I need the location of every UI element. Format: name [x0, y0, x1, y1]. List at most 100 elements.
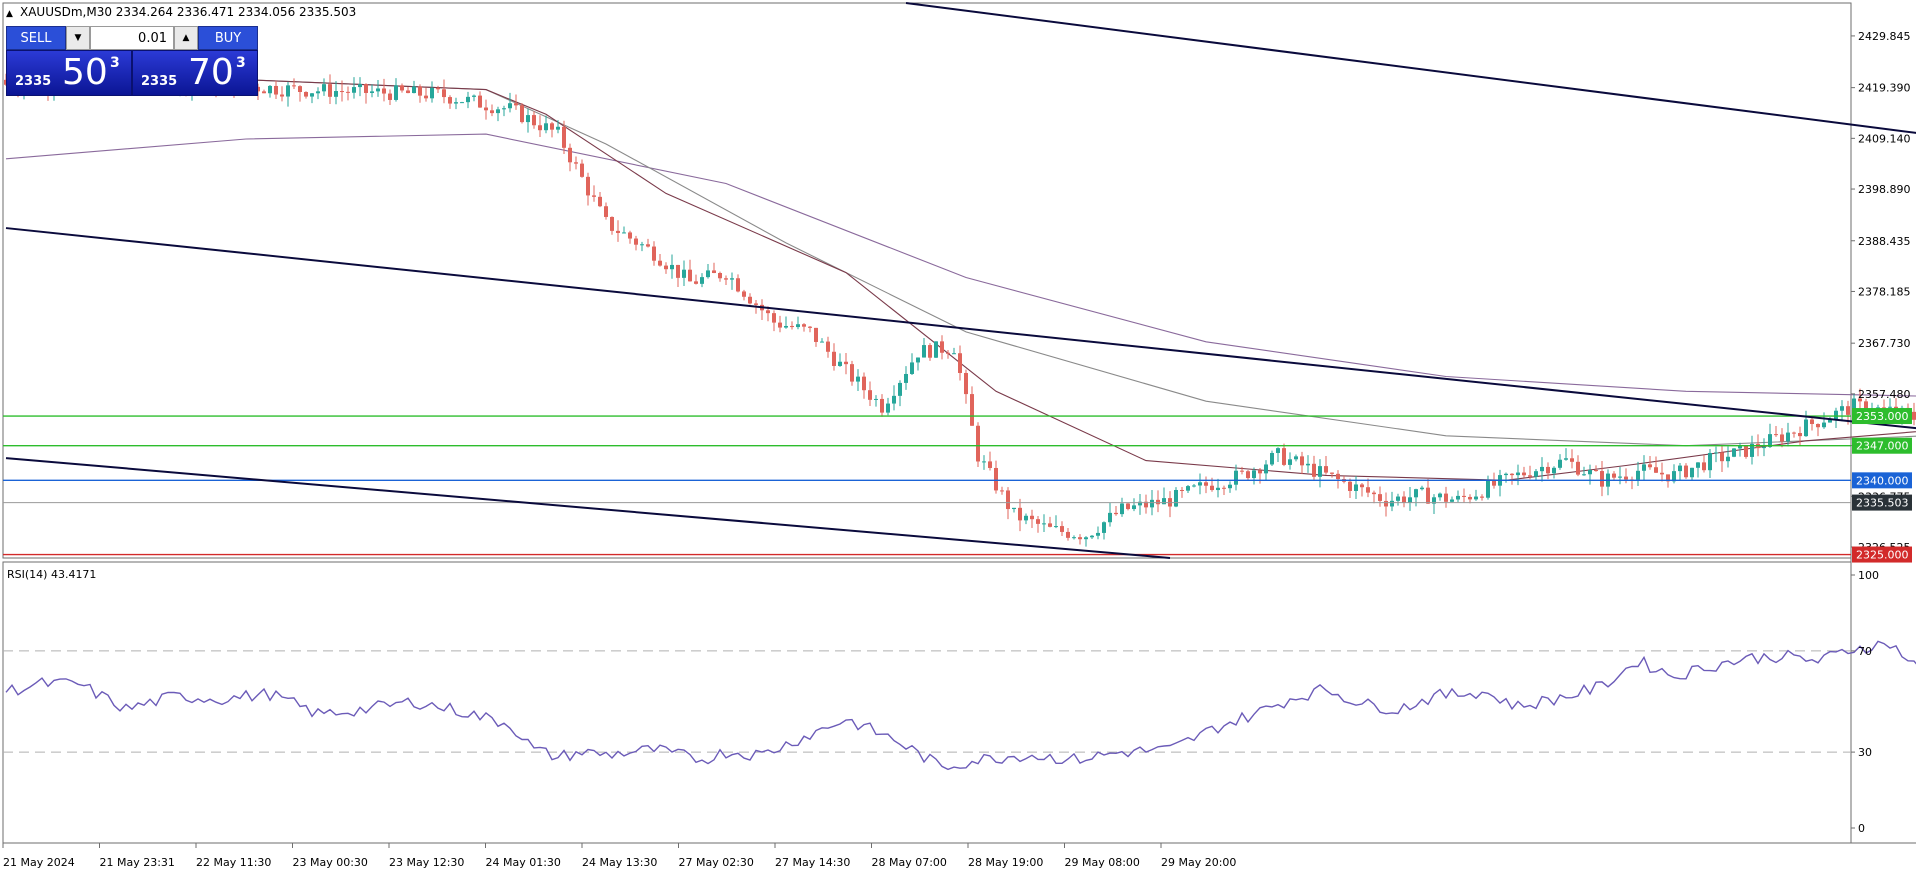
candle-body — [1564, 458, 1568, 460]
candle-body — [328, 84, 332, 97]
candle-body — [1798, 433, 1802, 437]
candle-body — [1000, 490, 1004, 492]
level-tag-2340.000: 2340.000 — [1856, 474, 1909, 487]
candle-body — [274, 85, 278, 95]
candle-body — [1174, 489, 1178, 507]
current-price-tag: 2335.503 — [1856, 497, 1909, 510]
candle-body — [700, 277, 704, 284]
candle-body — [598, 196, 602, 207]
candle-body — [382, 88, 386, 94]
candle-body — [562, 126, 566, 148]
lot-decrease-icon[interactable]: ▼ — [66, 26, 90, 50]
candle-body — [1636, 470, 1640, 480]
time-tick-label: 29 May 20:00 — [1161, 856, 1236, 869]
candle-body — [862, 376, 866, 391]
candle-body — [784, 325, 788, 328]
time-tick-label: 23 May 12:30 — [389, 856, 464, 869]
candle-body — [874, 398, 878, 400]
lot-size-input[interactable] — [90, 26, 174, 50]
candle-body — [904, 373, 908, 383]
buy-price-box[interactable]: 2335 70 3 — [132, 50, 258, 96]
time-tick-label: 29 May 08:00 — [1065, 856, 1140, 869]
candle-body — [1642, 464, 1646, 471]
candle-body — [940, 341, 944, 353]
candle-body — [1624, 476, 1628, 480]
candle-body — [1504, 473, 1508, 476]
candle-body — [478, 95, 482, 108]
candle-body — [1600, 471, 1604, 487]
candle-body — [1744, 445, 1748, 457]
candle-body — [496, 109, 500, 114]
price-tick-label: 2398.890 — [1858, 183, 1911, 196]
candle-body — [1336, 473, 1340, 480]
candle-body — [1060, 526, 1064, 532]
candle-body — [424, 95, 428, 99]
candle-body — [730, 278, 734, 280]
candle-body — [1024, 515, 1028, 521]
price-chart: 2429.845 2419.390 2409.140 2398.890 2388.435… — [2, 2, 1916, 869]
candle-body — [1438, 493, 1442, 498]
candle-body — [748, 296, 752, 304]
level-tag-2353.000: 2353.000 — [1856, 410, 1909, 423]
candle-body — [676, 264, 680, 278]
candle-body — [910, 362, 914, 374]
candle-body — [400, 85, 404, 91]
candle-body — [592, 195, 596, 197]
candle-body — [1792, 432, 1796, 434]
lot-increase-icon[interactable]: ▲ — [174, 26, 198, 50]
candle-body — [628, 232, 632, 239]
time-tick-label: 28 May 07:00 — [872, 856, 947, 869]
candle-body — [370, 91, 374, 93]
candle-body — [1780, 434, 1784, 442]
candle-body — [376, 88, 380, 92]
candle-body — [1456, 495, 1460, 500]
candle-body — [706, 270, 710, 278]
candle-body — [1468, 496, 1472, 500]
candle-body — [1390, 500, 1394, 507]
candle-body — [844, 361, 848, 365]
candle-body — [1150, 499, 1154, 508]
candle-body — [334, 91, 338, 97]
candle-body — [466, 96, 470, 103]
candle-body — [268, 85, 272, 94]
candle-body — [262, 91, 266, 94]
candle-body — [1006, 490, 1010, 510]
candle-body — [1102, 522, 1106, 533]
candle — [1744, 445, 1748, 459]
sell-button[interactable]: SELL — [6, 26, 66, 50]
candle-body — [778, 322, 782, 328]
candle-body — [694, 281, 698, 284]
candle-body — [610, 216, 614, 231]
candle-body — [1036, 519, 1040, 524]
candle-body — [442, 89, 446, 98]
candle-body — [1306, 463, 1310, 466]
candle-body — [388, 93, 392, 100]
candle-body — [1612, 473, 1616, 478]
candle-body — [604, 206, 608, 217]
candle-body — [298, 86, 302, 92]
buy-price-small: 2335 — [141, 74, 178, 89]
sell-price-big: 50 — [62, 52, 108, 93]
candle-body — [808, 326, 812, 328]
candle-body — [1684, 465, 1688, 478]
candle-body — [1480, 496, 1484, 498]
candle-body — [292, 85, 296, 87]
candle-body — [538, 125, 542, 131]
candle-body — [1240, 470, 1244, 472]
candle-body — [1720, 452, 1724, 462]
candle-body — [1708, 452, 1712, 471]
rsi-tick-label: 70 — [1858, 645, 1872, 658]
sell-price-small: 2335 — [15, 74, 52, 89]
sell-price-box[interactable]: 2335 50 3 — [6, 50, 132, 96]
candle-body — [916, 357, 920, 363]
candle-body — [1066, 531, 1070, 538]
candle-body — [922, 345, 926, 358]
candle-body — [1366, 487, 1370, 493]
candle-body — [766, 310, 770, 314]
candle-body — [1300, 456, 1304, 466]
time-tick-label: 24 May 13:30 — [582, 856, 657, 869]
candle-body — [1408, 497, 1412, 503]
candle-body — [1552, 467, 1556, 474]
buy-button[interactable]: BUY — [198, 26, 258, 50]
candle-body — [1396, 496, 1400, 501]
